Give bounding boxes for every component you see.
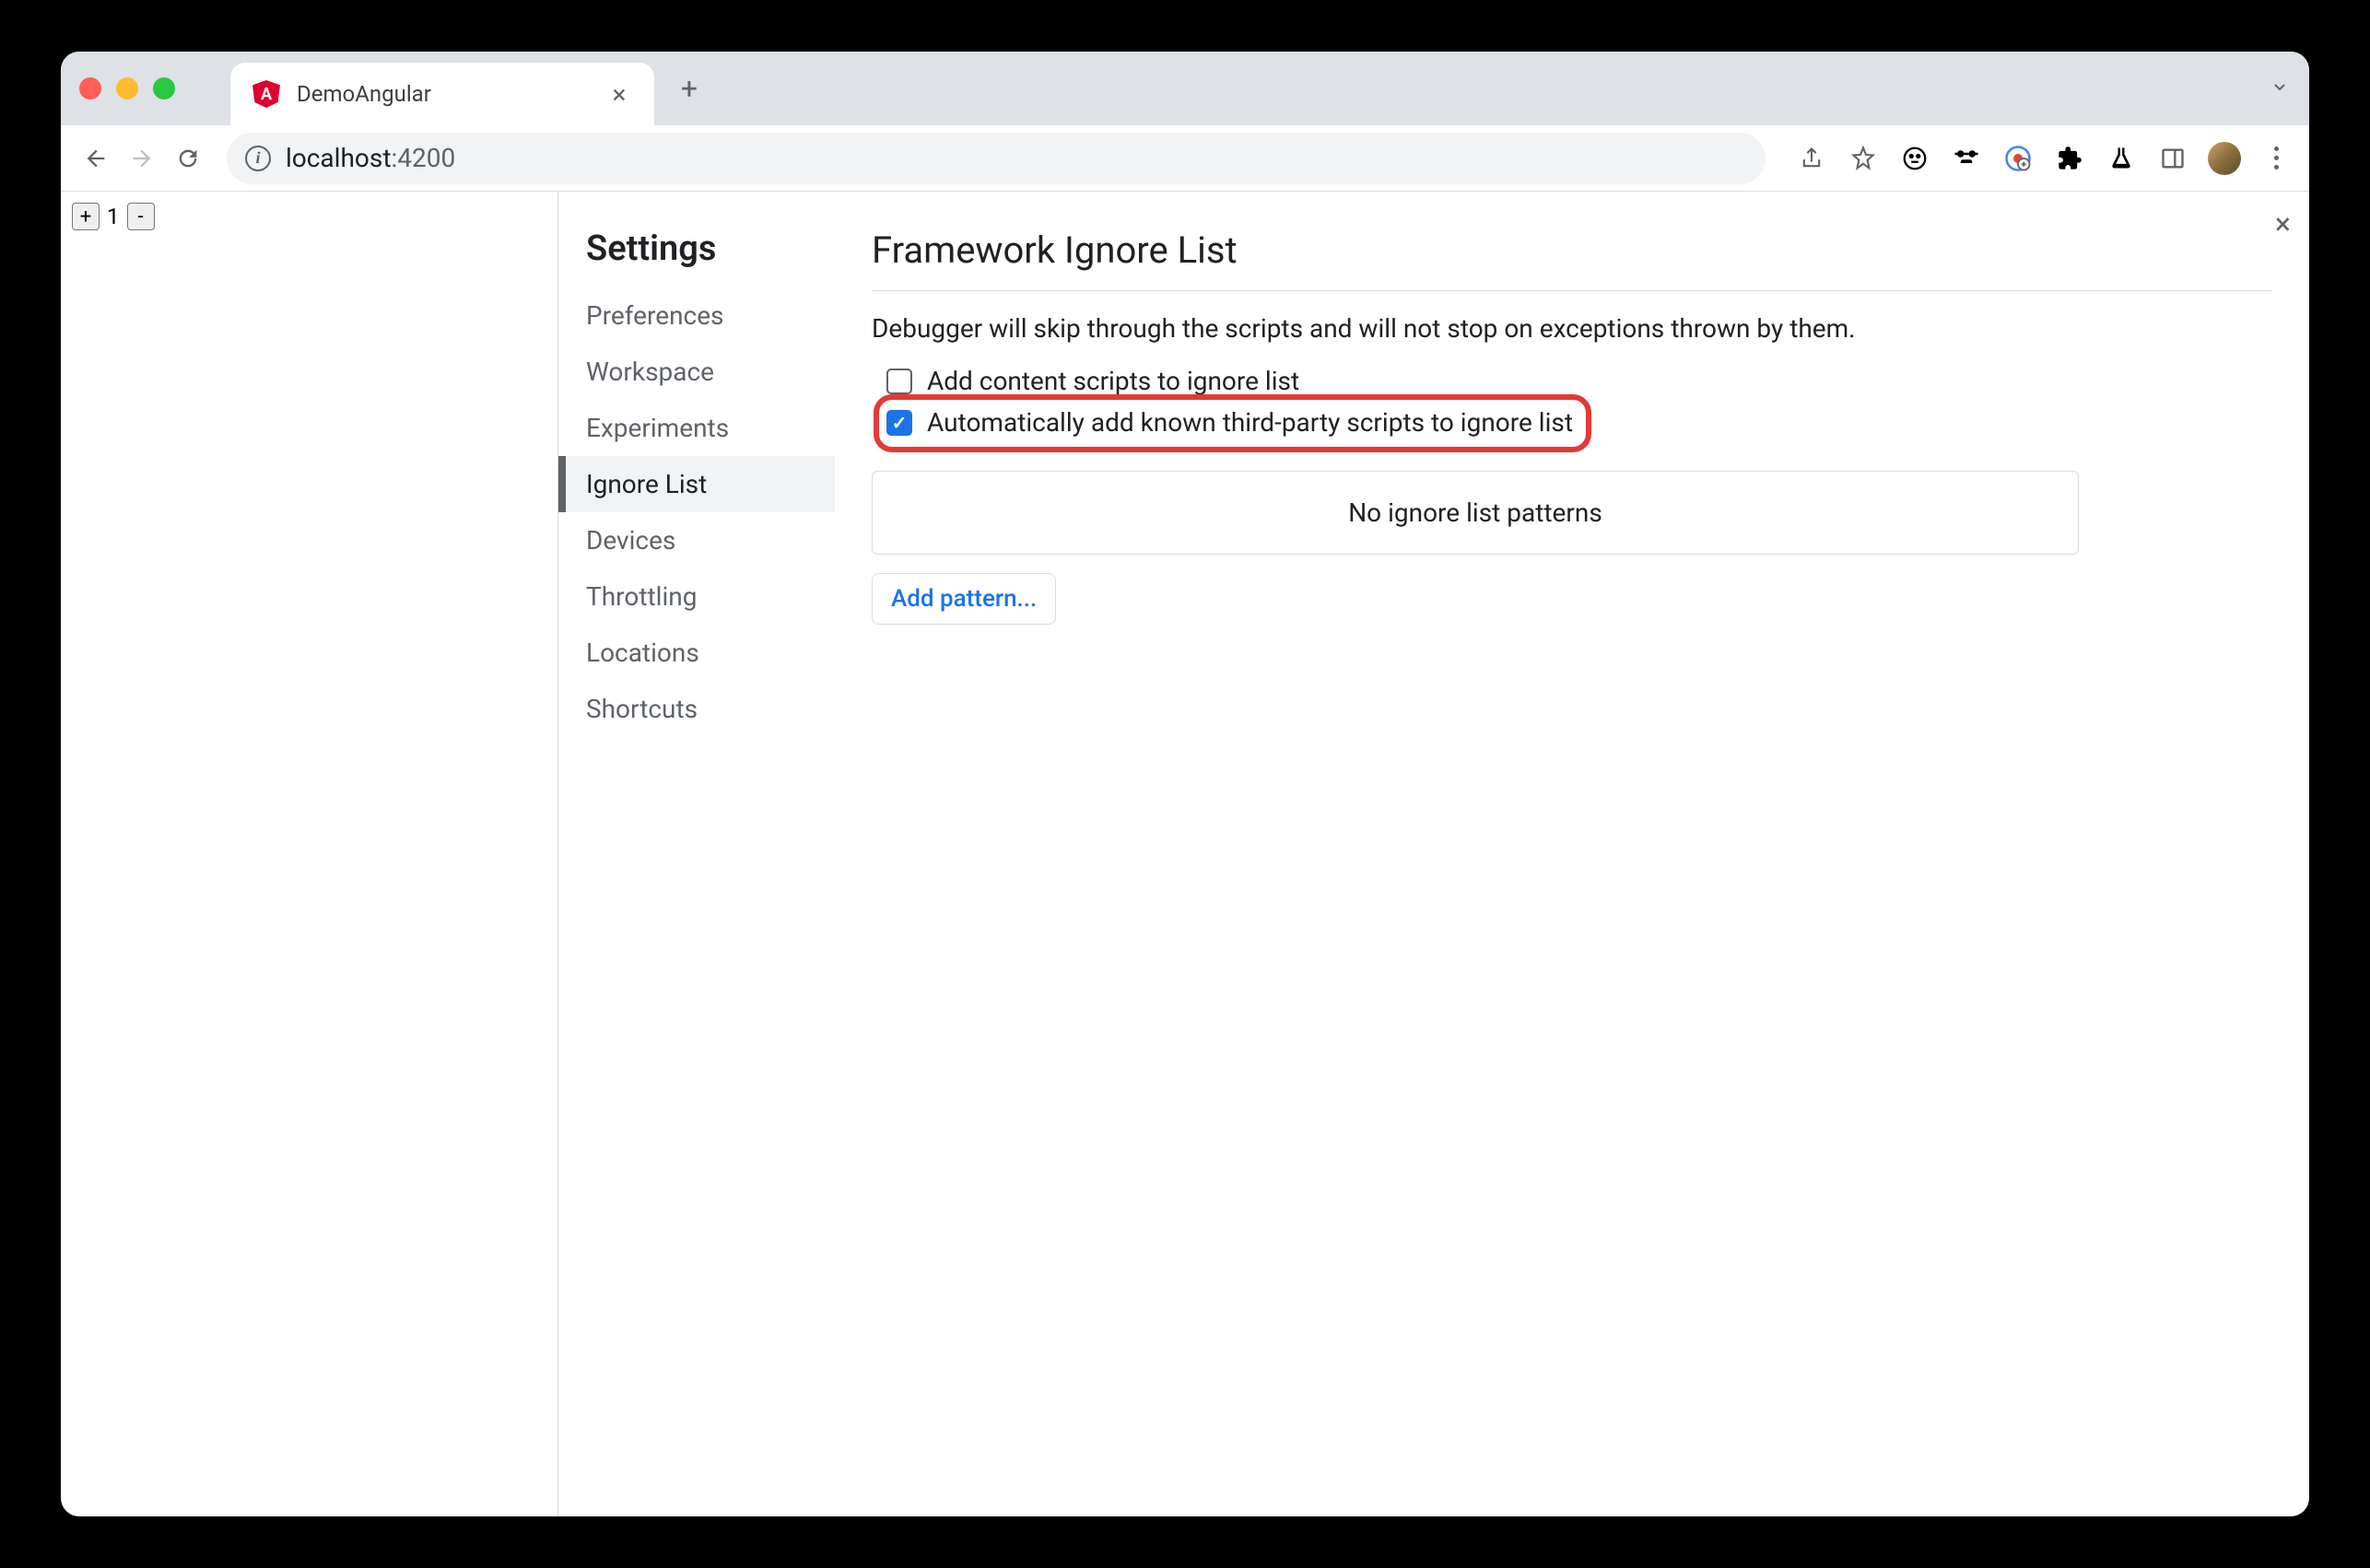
close-tab-button[interactable]: × [606,79,632,110]
side-panel-icon[interactable] [2156,142,2189,175]
empty-patterns-text: No ignore list patterns [1348,497,1602,528]
ignore-patterns-list: No ignore list patterns [872,471,2079,555]
nav-experiments[interactable]: Experiments [558,400,835,456]
new-tab-button[interactable]: + [671,71,708,106]
extension-icon-2[interactable] [1950,142,1983,175]
decrement-button[interactable]: - [127,203,155,230]
devtools-settings-panel: Settings Preferences Workspace Experimen… [558,192,2309,1516]
share-icon[interactable] [1795,142,1828,175]
nav-ignore-list[interactable]: Ignore List [558,456,835,512]
third-party-label: Automatically add known third-party scri… [927,407,1573,438]
add-pattern-button[interactable]: Add pattern... [872,573,1056,625]
close-settings-button[interactable]: × [2275,206,2291,241]
browser-window: DemoAngular × + i localhost:4200 [61,52,2309,1516]
reload-button[interactable] [170,140,206,177]
extensions-puzzle-icon[interactable] [2053,142,2086,175]
nav-shortcuts[interactable]: Shortcuts [558,681,835,737]
url-port: :4200 [391,143,455,173]
nav-workspace[interactable]: Workspace [558,344,835,400]
third-party-checkbox-row: Automatically add known third-party scri… [886,407,1573,438]
angular-favicon [252,80,280,108]
close-window-button[interactable] [79,77,101,99]
page-content: + 1 - [61,192,558,1516]
settings-sidebar: Settings Preferences Workspace Experimen… [558,192,835,1516]
address-bar[interactable]: i localhost:4200 [227,133,1766,184]
extension-icon-3[interactable] [2001,142,2035,175]
maximize-window-button[interactable] [153,77,175,99]
counter-value: 1 [103,203,123,230]
third-party-checkbox[interactable] [886,410,912,436]
content-scripts-checkbox[interactable] [886,369,912,394]
browser-tab[interactable]: DemoAngular × [230,63,654,125]
url-host: localhost [286,143,391,173]
tab-title: DemoAngular [297,81,590,107]
toolbar-right [1795,142,2293,175]
panel-title: Framework Ignore List [872,228,2272,291]
menu-button[interactable] [2259,142,2293,175]
minimize-window-button[interactable] [116,77,138,99]
url-text: localhost:4200 [286,143,455,173]
back-button[interactable] [77,140,114,177]
content-scripts-label: Add content scripts to ignore list [927,366,1299,396]
bookmark-star-icon[interactable] [1847,142,1880,175]
extension-icon-1[interactable] [1898,142,1931,175]
nav-locations[interactable]: Locations [558,625,835,681]
nav-preferences[interactable]: Preferences [558,287,835,344]
forward-button[interactable] [123,140,160,177]
panel-description: Debugger will skip through the scripts a… [872,291,2272,360]
nav-throttling[interactable]: Throttling [558,568,835,625]
counter-widget: + 1 - [72,203,546,230]
tab-bar: DemoAngular × + [61,52,2309,125]
extension-icon-flask[interactable] [2105,142,2138,175]
highlight-annotation: Automatically add known third-party scri… [874,394,1591,452]
content-area: + 1 - Settings Preferences Workspace Exp… [61,192,2309,1516]
increment-button[interactable]: + [72,203,100,230]
tab-list-dropdown[interactable] [2269,76,2291,101]
site-info-icon[interactable]: i [245,146,271,171]
toolbar: i localhost:4200 [61,125,2309,192]
nav-devices[interactable]: Devices [558,512,835,568]
settings-heading: Settings [558,219,835,287]
profile-avatar[interactable] [2208,142,2241,175]
settings-main: × Framework Ignore List Debugger will sk… [835,192,2309,1516]
window-controls [79,77,175,99]
